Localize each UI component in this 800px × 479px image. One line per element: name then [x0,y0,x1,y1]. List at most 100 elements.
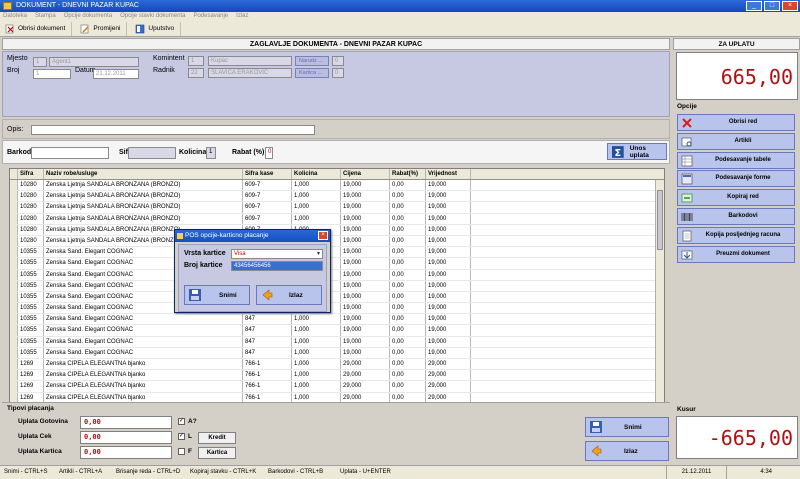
cell-sifra[interactable]: 10280 [18,180,44,191]
cell-vrijednost[interactable]: 19,000 [426,258,471,269]
cell-vrijednost[interactable]: 19,000 [426,191,471,202]
cell-rabat[interactable]: 0,00 [390,314,426,325]
cell-vrijednost[interactable]: 19,000 [426,224,471,235]
row-selector[interactable] [10,314,18,325]
cell-sifra-kase[interactable]: 847 [243,347,292,358]
table-row[interactable]: 10280 Zenska Ljetnja SANDALA BRONZANA (BR… [10,202,657,214]
cell-naziv[interactable]: Zenska CIPELA ELEGANTNA bjanko [44,381,243,392]
cell-sifra-kase[interactable]: 609-7 [243,213,292,224]
cell-kolicina[interactable]: 1,000 [292,381,341,392]
row-selector[interactable] [10,202,18,213]
gotovina-field[interactable]: 0,00 [80,416,172,429]
cell-vrijednost[interactable]: 19,000 [426,347,471,358]
cell-vrijednost[interactable]: 29,000 [426,370,471,381]
cell-kolicina[interactable]: 1,000 [292,191,341,202]
row-selector[interactable] [10,235,18,247]
row-selector[interactable] [10,347,18,358]
cell-cijena[interactable]: 29,000 [341,381,390,392]
cell-vrijednost[interactable]: 29,000 [426,381,471,392]
kredit-button[interactable]: Kredit [198,432,236,444]
cell-cijena[interactable]: 19,000 [341,280,390,291]
cell-sifra[interactable]: 10280 [18,213,44,224]
cell-cijena[interactable]: 19,000 [341,269,390,280]
maximize-button[interactable]: □ [764,1,780,11]
kartica-pay-button[interactable]: Kartica [198,447,236,459]
cell-cijena[interactable]: 19,000 [341,235,390,247]
help-button[interactable]: Uputstvo [133,21,182,36]
cell-rabat[interactable]: 0,00 [390,303,426,314]
row-selector[interactable] [10,224,18,235]
row-selector[interactable] [10,180,18,191]
col-cijena[interactable]: Cijena [341,169,390,179]
cell-kolicina[interactable]: 1,000 [292,202,341,213]
row-selector[interactable] [10,303,18,314]
delete-document-button[interactable]: Obrisi dokument [3,21,73,36]
table-row[interactable]: 10355Zenska Sand. Elegant COGNAC8471,000… [10,347,657,359]
sifra-field[interactable] [128,147,176,159]
table-row[interactable]: 10280 Zenska Ljetnja SANDALA BRONZANA (BR… [10,191,657,203]
col-sifra[interactable]: Sifra [18,169,44,179]
mjesto-code-field[interactable]: 1 [33,57,47,67]
cell-vrijednost[interactable]: 19,000 [426,303,471,314]
cell-rabat[interactable]: 0,00 [390,202,426,213]
scrollbar-thumb[interactable] [657,190,663,250]
table-row[interactable]: 10355Zenska Sand. Elegant COGNAC8471,000… [10,303,657,315]
cell-kolicina[interactable]: 1,000 [292,336,341,347]
cell-cijena[interactable]: 19,000 [341,180,390,191]
cell-vrijednost[interactable]: 19,000 [426,314,471,325]
cell-vrijednost[interactable]: 19,000 [426,280,471,291]
table-row[interactable]: 1269Zenska CIPELA ELEGANTNA bjanko766-11… [10,359,657,371]
cell-sifra-kase[interactable]: 766-1 [243,370,292,381]
delete-row-button[interactable]: Obrisi red [677,114,795,131]
menu-podesavanje[interactable]: Podesavanje [193,12,228,21]
kartica-field[interactable]: 0,00 [80,446,172,459]
cell-rabat[interactable]: 0,00 [390,359,426,370]
cell-naziv[interactable]: Zenska Ljetnja SANDALA BRONZANA (BRONZO) [44,202,243,213]
table-row[interactable]: 10355Zenska Sand. Elegant COGNAC8471,000… [10,247,657,259]
copy-row-button[interactable]: Kopiraj red [677,189,795,207]
cell-cijena[interactable]: 19,000 [341,247,390,258]
vrsta-kartice-select[interactable]: Visa ▾ [231,249,323,259]
cell-vrijednost[interactable]: 19,000 [426,202,471,213]
close-button[interactable]: × [782,1,798,11]
cell-vrijednost[interactable]: 19,000 [426,213,471,224]
row-selector[interactable] [10,213,18,224]
cell-rabat[interactable]: 0,00 [390,269,426,280]
cell-sifra[interactable]: 10355 [18,247,44,258]
cell-vrijednost[interactable]: 19,000 [426,325,471,336]
cell-cijena[interactable]: 19,000 [341,347,390,358]
cell-rabat[interactable]: 0,00 [390,325,426,336]
table-row[interactable]: 10355Zenska Sand. Elegant COGNAC8471,000… [10,314,657,326]
cell-rabat[interactable]: 0,00 [390,258,426,269]
cell-rabat[interactable]: 0,00 [390,235,426,247]
col-naziv[interactable]: Naziv robe/usluge [44,169,243,179]
cell-sifra[interactable]: 10355 [18,347,44,358]
opis-field[interactable] [31,125,315,135]
cell-vrijednost[interactable]: 19,000 [426,336,471,347]
komintent-flag-field[interactable]: 0 [332,56,344,66]
cell-rabat[interactable]: 0,00 [390,180,426,191]
mjesto-name-field[interactable]: Agent1 [49,57,139,67]
cell-sifra[interactable]: 10355 [18,303,44,314]
row-selector[interactable] [10,359,18,370]
table-row[interactable]: 10280 Zenska Ljetnja SANDALA BRONZANA (BR… [10,213,657,225]
cell-sifra-kase[interactable]: 609-7 [243,180,292,191]
komintent-code-field[interactable]: 1 [188,56,204,66]
cell-sifra[interactable]: 10280 [18,224,44,235]
cell-vrijednost[interactable]: 19,000 [426,235,471,247]
row-selector[interactable] [10,381,18,392]
cell-cijena[interactable]: 19,000 [341,224,390,235]
table-row[interactable]: 10280 Zenska Ljetnja SANDALA BRONZANA (BR… [10,224,657,236]
col-rabat[interactable]: Rabat(%) [390,169,426,179]
cell-sifra[interactable]: 10355 [18,314,44,325]
table-row[interactable]: 10355Zenska Sand. Elegant COGNAC8471,000… [10,325,657,337]
cell-kolicina[interactable]: 1,000 [292,180,341,191]
radnik-code-field[interactable]: 22 [188,68,204,78]
cell-naziv[interactable]: Zenska Sand. Elegant COGNAC [44,325,243,336]
row-selector[interactable] [10,280,18,291]
cell-naziv[interactable]: Zenska CIPELA ELEGANTNA bjanko [44,370,243,381]
kartica-button[interactable]: Kartica ... [295,68,329,78]
cell-rabat[interactable]: 0,00 [390,347,426,358]
cell-vrijednost[interactable]: 19,000 [426,269,471,280]
cell-rabat[interactable]: 0,00 [390,224,426,235]
